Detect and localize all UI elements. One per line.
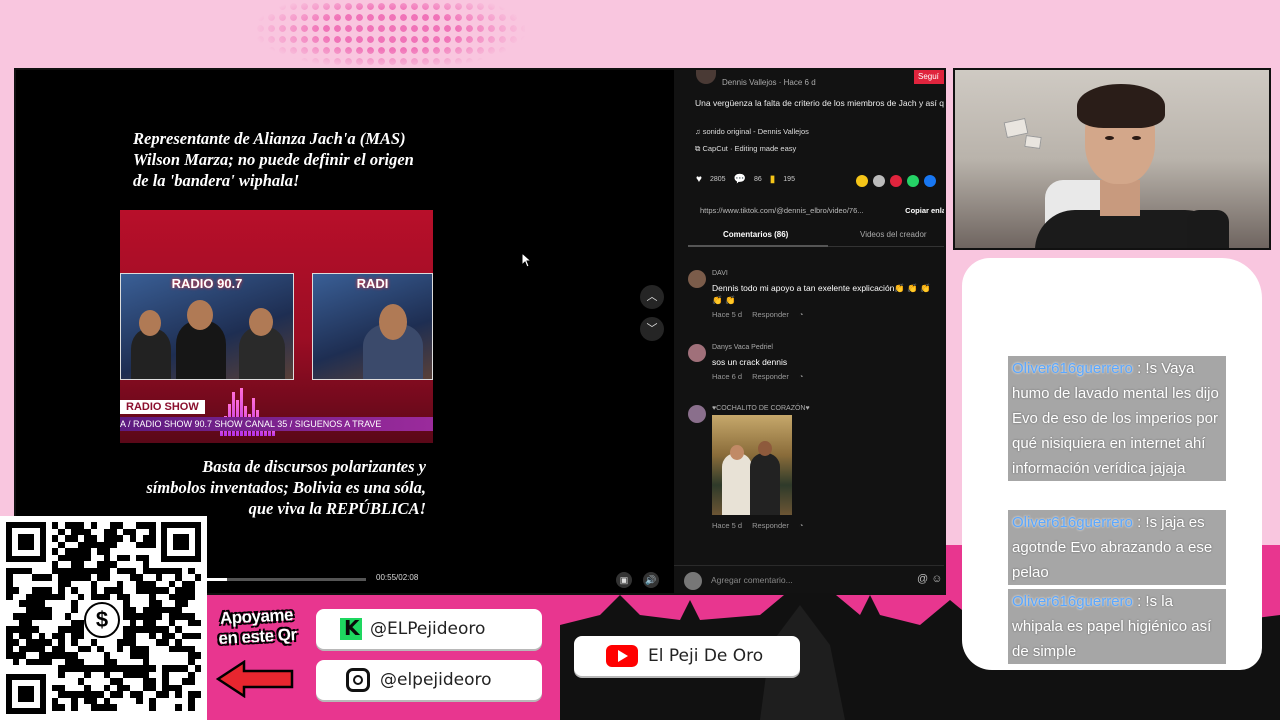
sound-line[interactable]: ♫ sonido original - Dennis Vallejos [695,127,809,136]
chat-username: Oliver616guerrero [1012,514,1133,531]
volume-button[interactable]: 🔊 [643,572,659,588]
embed-share-icon[interactable] [856,175,868,187]
send-share-icon[interactable] [890,175,902,187]
donation-qr-code: $ [0,516,207,720]
comment-item: Danys Vaca Pedriel sos un crack dennis H… [688,344,944,384]
tab-comments[interactable]: Comentarios (86) [723,230,788,239]
heart-icon[interactable]: ♥ [696,174,702,185]
capcut-line[interactable]: ⧉ CapCut · Editing made easy [695,144,796,154]
chat-message: Oliver616guerrero : !s la whipala es pap… [1008,589,1226,664]
instagram-icon [346,668,370,692]
video-topbar [136,72,416,80]
comment-meta: Hace 5 d Responder ◔ [712,310,803,319]
kick-icon [340,616,362,640]
video-progress-bar[interactable] [204,578,366,581]
add-comment-input[interactable]: Agregar comentario... [711,575,793,585]
comment-author[interactable]: Danys Vaca Pedriel [712,344,773,351]
chat-username: Oliver616guerrero [1012,593,1133,610]
comment-image[interactable] [712,415,792,515]
youtube-channel: El Peji De Oro [574,636,800,676]
facebook-share-icon[interactable] [924,175,936,187]
creator-avatar[interactable] [696,70,716,84]
webcam-feed [953,68,1271,250]
tab-active-indicator [688,245,828,247]
halftone-decoration [255,0,525,70]
support-callout: Apoyame en este Qr [217,605,298,649]
chat-message: Oliver616guerrero : !s Vaya humo de lava… [1008,356,1226,481]
comment-count: 86 [753,176,762,183]
whatsapp-share-icon[interactable] [907,175,919,187]
comment-author[interactable]: DAVI [712,270,728,277]
creator-like-icon: ◔ [798,521,804,530]
comment-author[interactable]: ♥COCHALITO DE CORAZÓN♥ [712,405,810,412]
video-caption-bottom: Basta de discursos polarizantes y símbol… [146,457,426,518]
comment-icon[interactable]: 💬 [734,174,746,185]
pip-button[interactable]: ▣ [616,572,632,588]
kick-handle: @ELPejideoro [316,609,542,649]
chat-message: Oliver616guerrero : !s jaja es agotnde E… [1008,510,1226,585]
comment-item: ♥COCHALITO DE CORAZÓN♥ Hace 5 d Responde… [688,405,944,540]
add-comment-bar: Agregar comentario... @ ☺ [674,565,944,593]
like-count: 2805 [709,176,726,183]
comment-text: sos un crack dennis [712,357,788,367]
reply-button[interactable]: Responder [752,521,789,530]
picture-in-picture-icon: ▣ [619,575,629,585]
share-buttons [856,175,936,187]
tiktok-side-panel: Dennis Vallejos · Hace 6 d Seguí Una ver… [674,70,944,593]
creator-like-icon: ◔ [798,372,804,381]
comment-text: Dennis todo mi apoyo a tan exelente expl… [712,283,931,305]
chevron-down-icon: ﹀ [646,323,658,335]
instagram-handle: @elpejideoro [316,660,542,700]
radio-show-ticker: A / RADIO SHOW 90.7 SHOW CANAL 35 / SIGU… [120,417,433,431]
reply-button[interactable]: Responder [752,310,789,319]
video-url: https://www.tiktok.com/@dennis_elbro/vid… [700,206,864,215]
youtube-icon [606,645,638,667]
video-caption-top: Representante de Alianza Jach'a (MAS) Wi… [133,129,414,190]
follow-button[interactable]: Seguí [914,70,944,84]
video-stats: ♥ 2805 💬 86 ▮ 195 [696,174,795,185]
camera-feed-left: RADIO 90.7 [120,273,294,380]
mouse-cursor-icon [521,253,531,268]
radio-logo-left: RADIO 90.7 [171,276,243,291]
progress-fill [204,578,227,581]
volume-icon: 🔊 [645,575,657,585]
chevron-up-icon: ︿ [646,291,658,303]
avatar [684,572,702,590]
comment-meta: Hace 6 d Responder ◔ [712,372,803,381]
save-count: 195 [783,176,795,183]
avatar[interactable] [688,344,706,362]
comment-date: Hace 5 d [712,521,743,530]
avatar[interactable] [688,405,706,423]
reply-button[interactable]: Responder [752,372,789,381]
dollar-icon: $ [84,602,120,638]
comment-date: Hace 6 d [712,372,743,381]
bookmark-icon[interactable]: ▮ [770,174,776,185]
chat-text: : !s Vaya humo de lavado mental les dijo… [1012,360,1219,477]
comment-meta: Hace 5 d Responder ◔ [712,521,803,530]
previous-video-button[interactable]: ︿ [640,285,664,309]
tab-creator-videos[interactable]: Videos del creador [860,230,927,239]
video-url-box[interactable]: https://www.tiktok.com/@dennis_elbro/vid… [688,202,944,219]
creator-meta[interactable]: Dennis Vallejos · Hace 6 d [722,78,816,87]
video-description: Una vergüenza la falta de criterio de lo… [695,98,944,108]
mention-icon[interactable]: @ ☺ [917,573,942,585]
next-video-button[interactable]: ﹀ [640,317,664,341]
radio-logo-right: RADI [356,276,389,291]
comment-item: DAVI Dennis todo mi apoyo a tan exelente… [688,270,944,330]
video-thumbnail: RADIO 90.7 RADI RADIO SHOW A / RADIO SHO… [120,210,433,443]
comment-date: Hace 5 d [712,310,743,319]
arrow-left-icon [216,660,294,698]
avatar[interactable] [688,270,706,288]
radio-show-ticker-label: RADIO SHOW [120,400,205,414]
camera-feed-right: RADI [312,273,433,380]
copy-link-button[interactable]: Copiar enla [901,202,944,219]
music-note-icon: ♫ [695,127,703,136]
video-time: 00:55/02:08 [376,573,419,582]
friends-share-icon[interactable] [873,175,885,187]
chat-username: Oliver616guerrero [1012,360,1133,377]
creator-like-icon: ◔ [798,310,804,319]
